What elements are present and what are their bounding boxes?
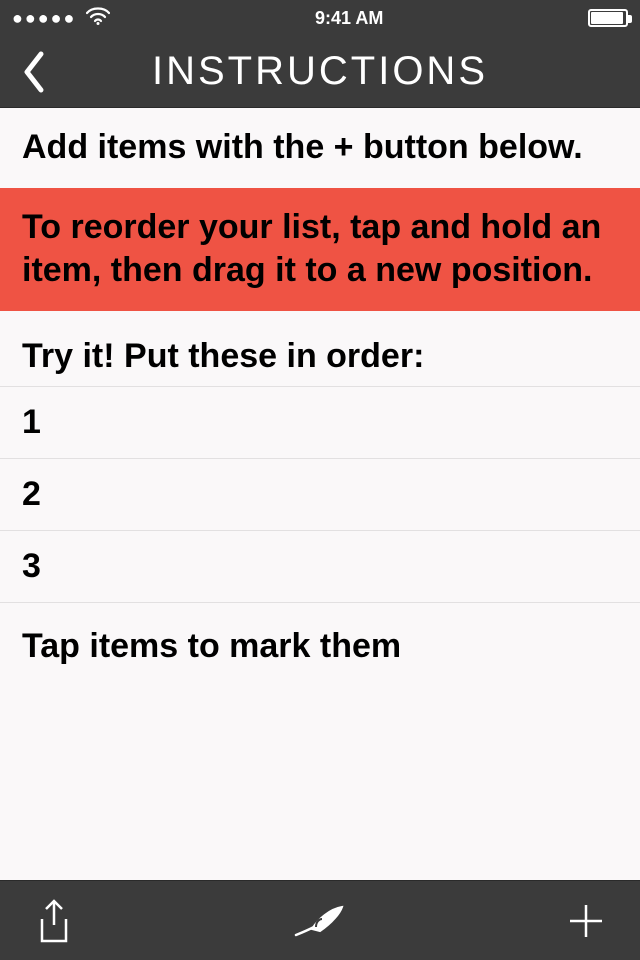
status-left: ●●●●● xyxy=(12,7,110,30)
share-icon xyxy=(34,897,74,945)
back-button[interactable] xyxy=(10,47,60,97)
compose-icon xyxy=(292,901,348,941)
plus-icon xyxy=(566,901,606,941)
battery-icon xyxy=(588,9,628,27)
compose-button[interactable] xyxy=(290,891,350,951)
status-right xyxy=(588,9,628,27)
wifi-icon xyxy=(86,7,110,30)
page-title: INSTRUCTIONS xyxy=(0,49,640,94)
instruction-mark[interactable]: Tap items to mark them xyxy=(0,603,640,673)
add-button[interactable] xyxy=(556,891,616,951)
share-button[interactable] xyxy=(24,891,84,951)
status-time: 9:41 AM xyxy=(315,8,383,29)
toolbar xyxy=(0,880,640,960)
chevron-left-icon xyxy=(21,50,49,94)
instruction-add[interactable]: Add items with the + button below. xyxy=(0,108,640,188)
signal-dots-icon: ●●●●● xyxy=(12,8,76,29)
list-item[interactable]: 1 xyxy=(0,386,640,459)
content-list[interactable]: Add items with the + button below. To re… xyxy=(0,108,640,880)
instruction-reorder[interactable]: To reorder your list, tap and hold an it… xyxy=(0,188,640,311)
list-item[interactable]: 2 xyxy=(0,459,640,531)
instruction-tryit[interactable]: Try it! Put these in order: xyxy=(0,311,640,387)
nav-bar: INSTRUCTIONS xyxy=(0,36,640,108)
list-item[interactable]: 3 xyxy=(0,531,640,603)
status-bar: ●●●●● 9:41 AM xyxy=(0,0,640,36)
